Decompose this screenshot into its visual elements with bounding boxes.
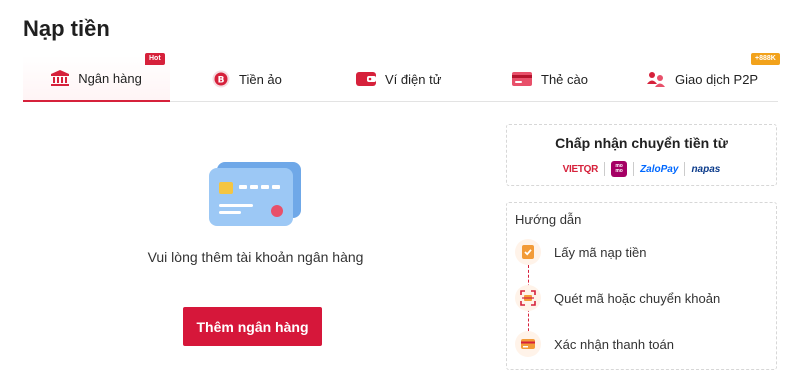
credit-card-illustration — [205, 154, 305, 239]
payment-logos: VIETQR mo mo ZaloPay napas — [507, 161, 776, 177]
empty-bank-message: Vui lòng thêm tài khoản ngân hàng — [147, 249, 364, 265]
bank-icon — [51, 70, 70, 86]
accepted-sources-title: Chấp nhận chuyển tiền từ — [555, 135, 728, 151]
hot-badge: Hot — [145, 53, 165, 65]
deposit-method-tabs: Ngân hàng B Tiền ảo Ví điện tử Thẻ cào G… — [23, 53, 780, 102]
tab-crypto-label: Tiền ảo — [239, 71, 282, 87]
guide-step-label: Quét mã hoặc chuyển khoản — [554, 290, 721, 306]
tab-scratch-card[interactable]: Thẻ cào — [512, 56, 602, 102]
guide-step-label: Lấy mã nạp tiền — [554, 244, 647, 260]
tab-scratch-card-label: Thẻ cào — [541, 71, 588, 87]
logo-divider — [684, 162, 686, 176]
payment-card-icon — [515, 331, 541, 357]
momo-logo: mo mo — [611, 161, 628, 177]
guide-box: Hướng dẫn Lấy mã nạp tiền Quét mã hoặc c… — [506, 202, 777, 370]
tab-ewallet[interactable]: Ví điện tử — [356, 56, 476, 102]
scratch-card-icon — [512, 71, 532, 87]
p2p-icon — [646, 70, 666, 88]
guide-step-label: Xác nhận thanh toán — [554, 336, 674, 352]
guide-step: Lấy mã nạp tiền — [515, 239, 647, 265]
napas-logo: napas — [691, 163, 721, 175]
tab-ewallet-label: Ví điện tử — [385, 71, 442, 87]
wallet-icon — [356, 71, 376, 87]
guide-step: Xác nhận thanh toán — [515, 331, 674, 357]
accepted-sources-box: Chấp nhận chuyển tiền từ VIETQR mo mo Za… — [506, 124, 777, 186]
tab-p2p-label: Giao dịch P2P — [675, 71, 759, 87]
bitcoin-icon: B — [212, 70, 230, 88]
svg-text:B: B — [218, 76, 225, 86]
logo-divider — [633, 162, 635, 176]
guide-title: Hướng dẫn — [515, 212, 582, 227]
tab-bank-label: Ngân hàng — [78, 70, 142, 86]
bank-account-panel: Vui lòng thêm tài khoản ngân hàng Thêm n… — [23, 124, 488, 374]
tab-crypto[interactable]: B Tiền ảo — [212, 56, 302, 102]
guide-step: Quét mã hoặc chuyển khoản — [515, 285, 720, 311]
page-title: Nạp tiền — [23, 16, 110, 41]
bonus-badge: +888K — [751, 53, 780, 65]
logo-divider — [604, 162, 606, 176]
checklist-icon — [515, 239, 541, 265]
add-bank-button[interactable]: Thêm ngân hàng — [183, 307, 322, 346]
vietqr-logo: VIETQR — [562, 163, 599, 175]
scan-qr-icon — [515, 285, 541, 311]
zalopay-logo: ZaloPay — [640, 163, 679, 175]
